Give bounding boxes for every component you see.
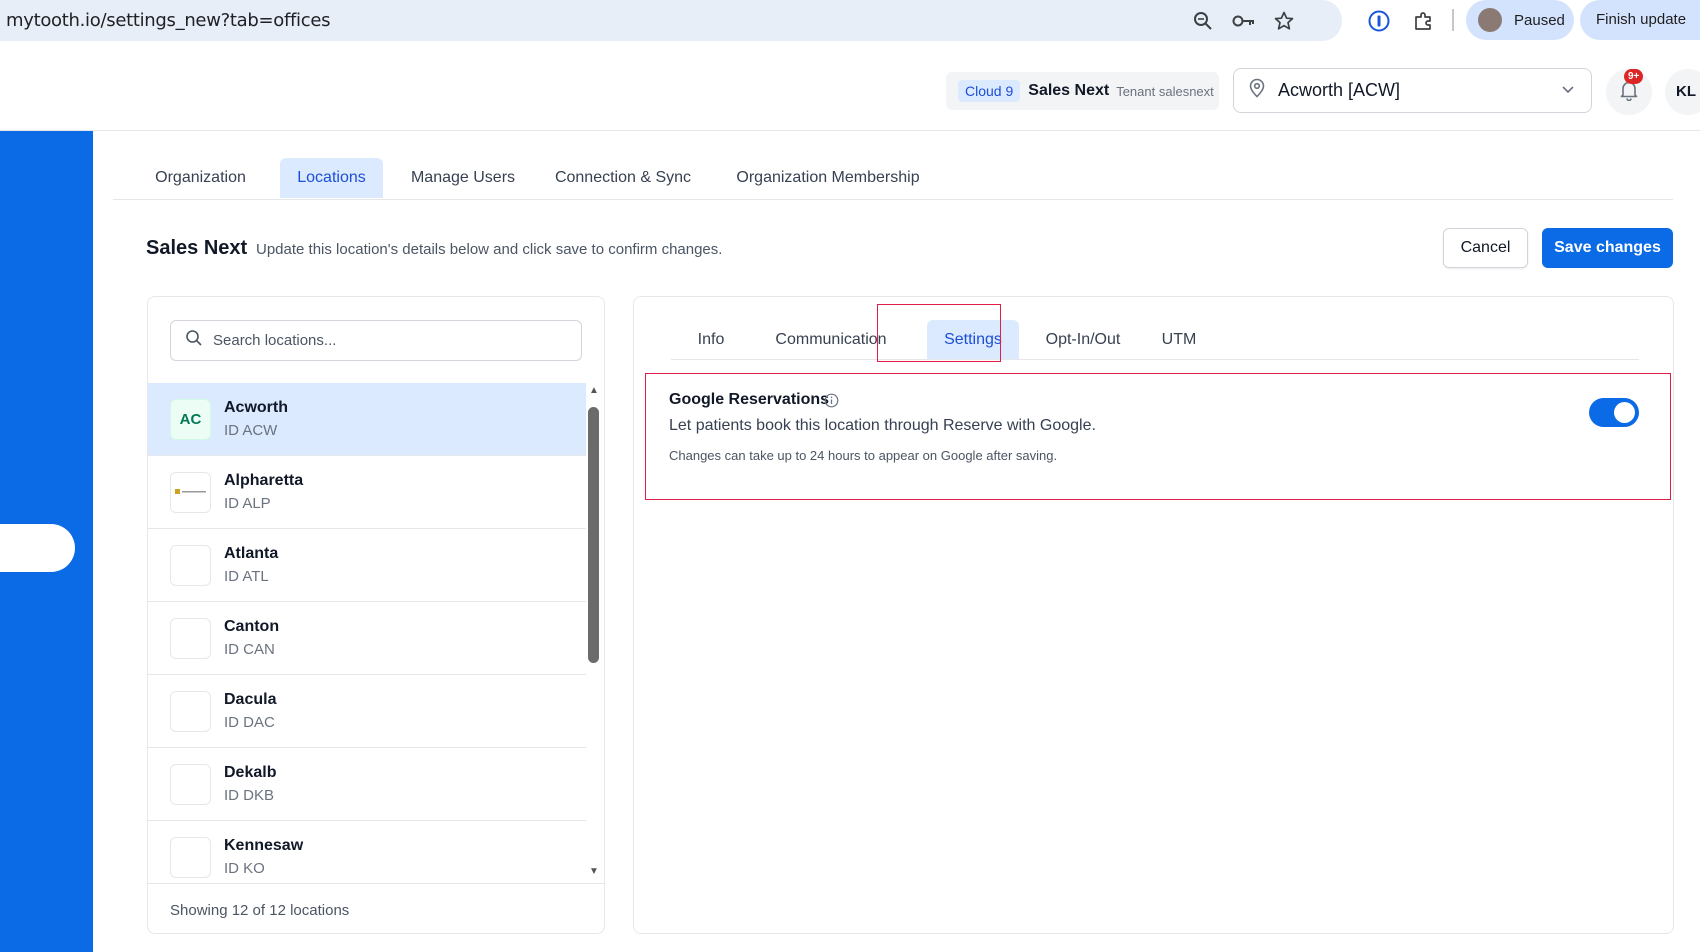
profile-status: Paused <box>1514 11 1565 29</box>
locations-panel: AC Acworth ID ACW Alpharetta ID ALP Atla… <box>147 296 605 934</box>
tab-organization-membership[interactable]: Organization Membership <box>723 158 933 198</box>
cancel-button[interactable]: Cancel <box>1443 228 1528 268</box>
zoom-icon[interactable] <box>1191 9 1215 33</box>
tab-info[interactable]: Info <box>671 320 751 359</box>
location-logo-placeholder <box>170 690 211 732</box>
password-key-icon[interactable] <box>1232 9 1256 33</box>
sidebar-active-item[interactable] <box>0 524 75 572</box>
scrollbar-thumb[interactable] <box>588 407 599 663</box>
location-item-dacula[interactable]: Dacula ID DAC <box>148 675 586 748</box>
browser-toolbar: mytooth.io/settings_new?tab=offices Paus… <box>0 0 1700 49</box>
app-header: Cloud 9 Sales Next Tenant salesnext Acwo… <box>0 49 1700 131</box>
tenant-badge: Cloud 9 <box>958 80 1021 102</box>
location-item-alpharetta[interactable]: Alpharetta ID ALP <box>148 456 586 529</box>
setting-note: Changes can take up to 24 hours to appea… <box>669 448 1058 463</box>
location-item-atlanta[interactable]: Atlanta ID ATL <box>148 529 586 602</box>
setting-description: Let patients book this location through … <box>669 417 1096 434</box>
location-id: ID DAC <box>224 714 275 731</box>
location-initials-avatar: AC <box>170 398 211 440</box>
tenant-id: Tenant salesnext <box>1116 83 1214 99</box>
location-name: Atlanta <box>224 545 279 562</box>
location-item-canton[interactable]: Canton ID CAN <box>148 602 586 675</box>
info-icon[interactable] <box>824 393 839 413</box>
tab-locations[interactable]: Locations <box>280 158 383 198</box>
location-id: ID DKB <box>224 787 275 804</box>
url-text[interactable]: mytooth.io/settings_new?tab=offices <box>6 10 331 31</box>
location-name: Alpharetta <box>224 472 304 489</box>
tab-manage-users[interactable]: Manage Users <box>403 158 523 198</box>
page-subtitle: Update this location's details below and… <box>256 241 723 258</box>
extensions-puzzle-icon[interactable] <box>1412 9 1436 33</box>
location-name: Dekalb <box>224 764 277 781</box>
detail-tabs: Info Communication Settings Opt-In/Out U… <box>671 320 1639 360</box>
save-changes-button[interactable]: Save changes <box>1542 228 1673 268</box>
search-icon <box>185 329 203 352</box>
profile-button[interactable]: Paused <box>1466 0 1574 40</box>
notification-count-badge: 9+ <box>1624 69 1644 84</box>
user-avatar[interactable]: KL <box>1665 69 1700 115</box>
location-logo-placeholder <box>170 617 211 659</box>
location-logo-placeholder <box>170 836 211 878</box>
settings-tabs: Organization Locations Manage Users Conn… <box>113 158 1673 200</box>
location-list: AC Acworth ID ACW Alpharetta ID ALP Atla… <box>148 383 586 879</box>
password-manager-extension-icon[interactable] <box>1367 9 1391 33</box>
locations-count: Showing 12 of 12 locations <box>148 883 604 933</box>
location-name: Dacula <box>224 691 277 708</box>
scroll-down-arrow-icon[interactable]: ▼ <box>589 866 599 877</box>
tenant-indicator: Cloud 9 Sales Next Tenant salesnext <box>946 72 1219 110</box>
location-id: ID ATL <box>224 568 269 585</box>
location-logo-placeholder <box>170 544 211 586</box>
chevron-down-icon <box>1561 82 1575 100</box>
location-id: ID KO <box>224 860 265 877</box>
location-id: ID CAN <box>224 641 275 658</box>
tab-organization[interactable]: Organization <box>142 158 259 198</box>
location-item-kennesaw[interactable]: Kennesaw ID KO <box>148 821 586 879</box>
bookmark-star-icon[interactable] <box>1272 9 1296 33</box>
finish-update-button[interactable]: Finish update <box>1580 0 1700 40</box>
location-id: ID ALP <box>224 495 271 512</box>
location-search[interactable] <box>170 320 582 361</box>
notifications-button[interactable]: 9+ <box>1606 69 1652 115</box>
location-item-acworth[interactable]: AC Acworth ID ACW <box>148 383 586 456</box>
tenant-name: Sales Next <box>1028 82 1110 99</box>
search-input[interactable] <box>213 332 553 349</box>
location-logo-placeholder <box>170 763 211 805</box>
scroll-up-arrow-icon[interactable]: ▲ <box>589 385 599 396</box>
location-selector[interactable]: Acworth [ACW] <box>1233 68 1592 113</box>
profile-avatar <box>1478 8 1502 32</box>
location-logo-image <box>170 471 211 513</box>
setting-title: Google Reservations <box>669 391 830 408</box>
page-title: Sales Next <box>146 237 248 259</box>
location-name: Canton <box>224 618 280 635</box>
browser-menu-icon[interactable]: ⋮ <box>1694 11 1700 31</box>
location-name: Acworth <box>224 399 288 416</box>
tab-utm[interactable]: UTM <box>1145 320 1213 359</box>
address-bar[interactable]: mytooth.io/settings_new?tab=offices <box>0 0 1342 41</box>
settings-tab-highlight <box>877 304 1001 362</box>
location-name: Kennesaw <box>224 837 304 854</box>
toolbar-divider <box>1452 9 1454 31</box>
location-id: ID ACW <box>224 422 278 439</box>
location-item-dekalb[interactable]: Dekalb ID DKB <box>148 748 586 821</box>
toggle-knob <box>1614 402 1635 423</box>
google-reservations-setting: Google Reservations Let patients book th… <box>645 373 1671 500</box>
tab-opt-in-out[interactable]: Opt-In/Out <box>1033 320 1133 359</box>
google-reservations-toggle[interactable] <box>1589 398 1639 427</box>
sidebar <box>0 131 93 952</box>
selected-location: Acworth [ACW] <box>1278 80 1401 100</box>
map-pin-icon <box>1248 78 1266 103</box>
tab-connection-sync[interactable]: Connection & Sync <box>543 158 703 198</box>
